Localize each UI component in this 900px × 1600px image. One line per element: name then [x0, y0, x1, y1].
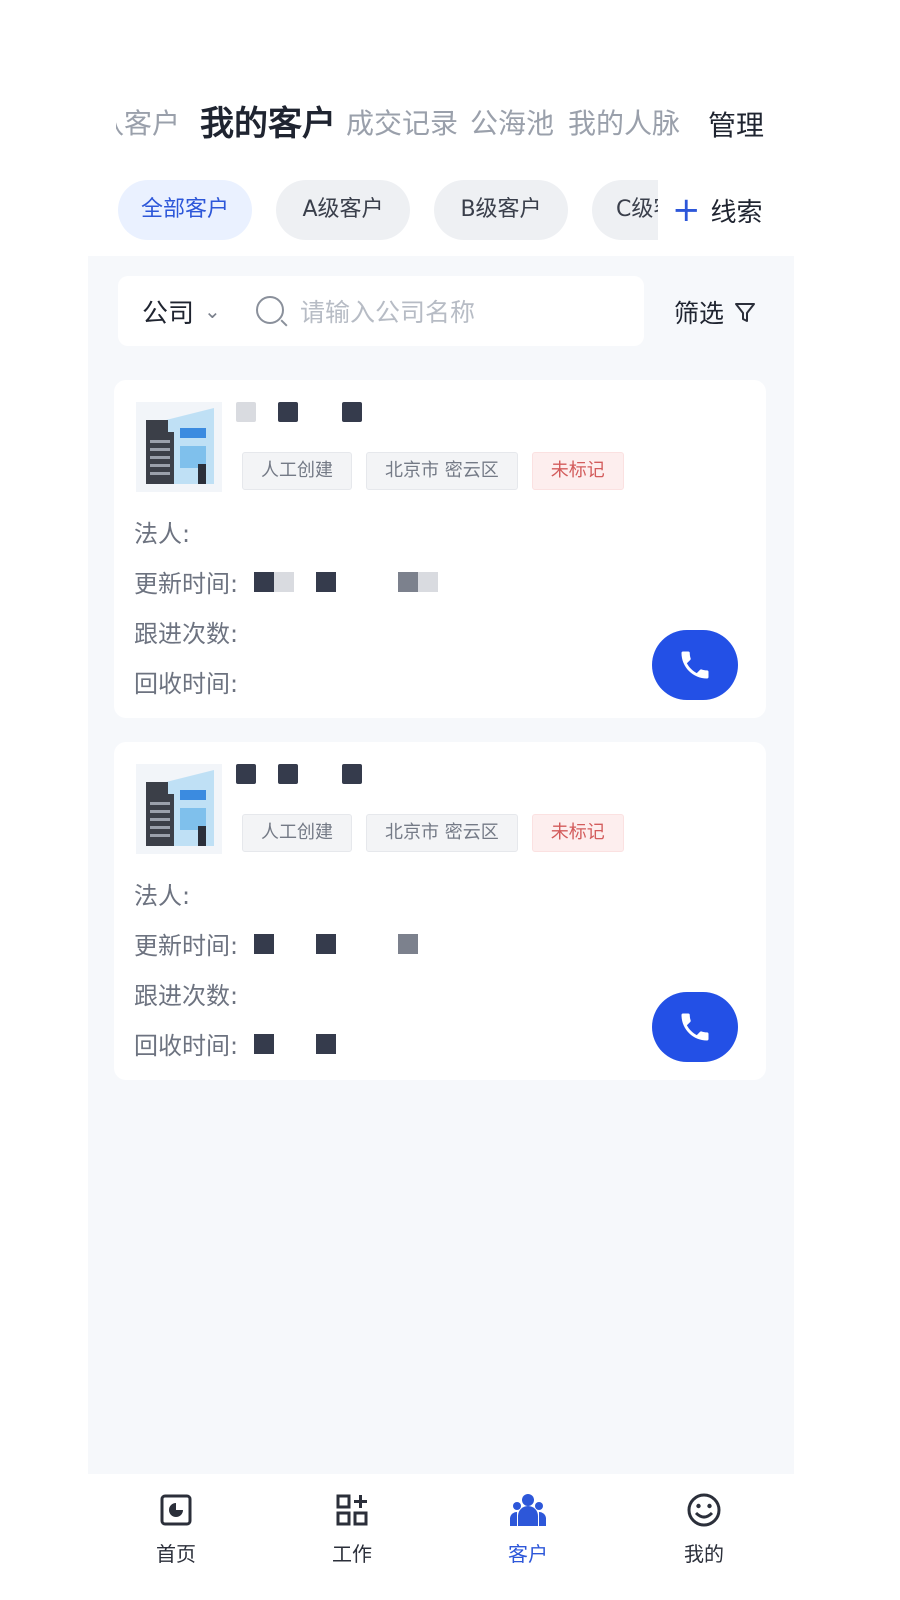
- field-follow-count: 跟进次数:: [134, 982, 239, 1010]
- bottom-nav: 首页 工作 客户 我的: [0, 1480, 900, 1600]
- call-button[interactable]: [652, 992, 738, 1062]
- nav-work-label: 工作: [332, 1542, 372, 1566]
- tag-group: 人工创建 北京市 密云区 未标记: [242, 452, 624, 490]
- nav-home[interactable]: 首页: [116, 1490, 236, 1567]
- call-button[interactable]: [652, 630, 738, 700]
- manage-button[interactable]: 管理: [708, 98, 764, 154]
- dashboard-icon: [160, 1494, 192, 1526]
- nav-work[interactable]: 工作: [292, 1490, 412, 1567]
- search-bar: 公司 ⌄: [118, 276, 644, 346]
- nav-me-label: 我的: [684, 1542, 724, 1566]
- search-type-select[interactable]: 公司 ⌄: [142, 276, 221, 346]
- tab-my-network[interactable]: 我的人脉: [568, 96, 680, 152]
- people-icon: [510, 1494, 546, 1526]
- chip-grade-b[interactable]: B级客户: [434, 180, 568, 240]
- nav-home-label: 首页: [156, 1542, 196, 1566]
- company-name-redacted: [236, 402, 362, 422]
- plus-icon: +: [672, 190, 701, 230]
- company-name-redacted: [236, 764, 362, 784]
- add-lead-button[interactable]: + 线索: [672, 190, 763, 230]
- filter-label: 筛选: [674, 299, 725, 328]
- building-icon: [136, 402, 222, 492]
- field-updated-time: 更新时间:: [134, 926, 419, 961]
- tag-mark-status: 未标记: [531, 452, 624, 490]
- tag-source: 人工创建: [242, 452, 352, 490]
- nav-customers-label: 客户: [508, 1542, 548, 1566]
- apps-icon: [336, 1494, 368, 1526]
- tab-public-pool[interactable]: 公海池: [470, 96, 554, 152]
- chip-all-customers[interactable]: 全部客户: [118, 180, 252, 240]
- grade-filter-chips: 全部客户 A级客户 B级客户 C级客户: [118, 180, 658, 242]
- chevron-down-icon: ⌄: [204, 299, 221, 323]
- tag-group: 人工创建 北京市 密云区 未标记: [242, 814, 624, 852]
- phone-icon: [681, 651, 709, 679]
- field-updated-time: 更新时间:: [134, 564, 439, 599]
- tab-deal-records[interactable]: 成交记录: [346, 96, 458, 152]
- tag-mark-status: 未标记: [531, 814, 624, 852]
- tag-location: 北京市 密云区: [366, 452, 518, 490]
- filter-button[interactable]: 筛选: [674, 290, 756, 334]
- search-icon: [256, 296, 284, 324]
- chip-grade-c[interactable]: C级客户: [592, 180, 658, 240]
- field-follow-count: 跟进次数:: [134, 620, 239, 648]
- field-recycle-time: 回收时间:: [134, 670, 239, 698]
- customer-card[interactable]: 人工创建 北京市 密云区 未标记 法人: 更新时间: 跟进次数: 回收时间:: [114, 742, 766, 1080]
- filter-icon: [734, 301, 756, 323]
- redacted-value: [254, 571, 439, 592]
- search-input[interactable]: [298, 290, 632, 334]
- tag-location: 北京市 密云区: [366, 814, 518, 852]
- field-legal-person: 法人:: [134, 882, 191, 910]
- redacted-value: [254, 1033, 337, 1054]
- tab-my-customers[interactable]: 我的客户: [200, 96, 336, 152]
- add-lead-label: 线索: [710, 197, 763, 228]
- customer-card[interactable]: 人工创建 北京市 密云区 未标记 法人: 更新时间: 跟进次数: 回收时间:: [114, 380, 766, 718]
- redacted-value: [254, 933, 419, 954]
- tag-source: 人工创建: [242, 814, 352, 852]
- top-tab-bar: 团队客户 我的客户 成交记录 公海池 我的人脉: [0, 96, 900, 156]
- search-type-label: 公司: [142, 298, 195, 329]
- field-legal-person: 法人:: [134, 520, 191, 548]
- nav-customers[interactable]: 客户: [468, 1490, 588, 1567]
- building-icon: [136, 764, 222, 854]
- tab-team-customers[interactable]: 团队客户: [116, 96, 180, 152]
- field-recycle-time: 回收时间:: [134, 1026, 337, 1061]
- smile-icon: [687, 1493, 721, 1527]
- chip-grade-a[interactable]: A级客户: [276, 180, 410, 240]
- nav-me[interactable]: 我的: [644, 1490, 764, 1567]
- phone-icon: [681, 1013, 709, 1041]
